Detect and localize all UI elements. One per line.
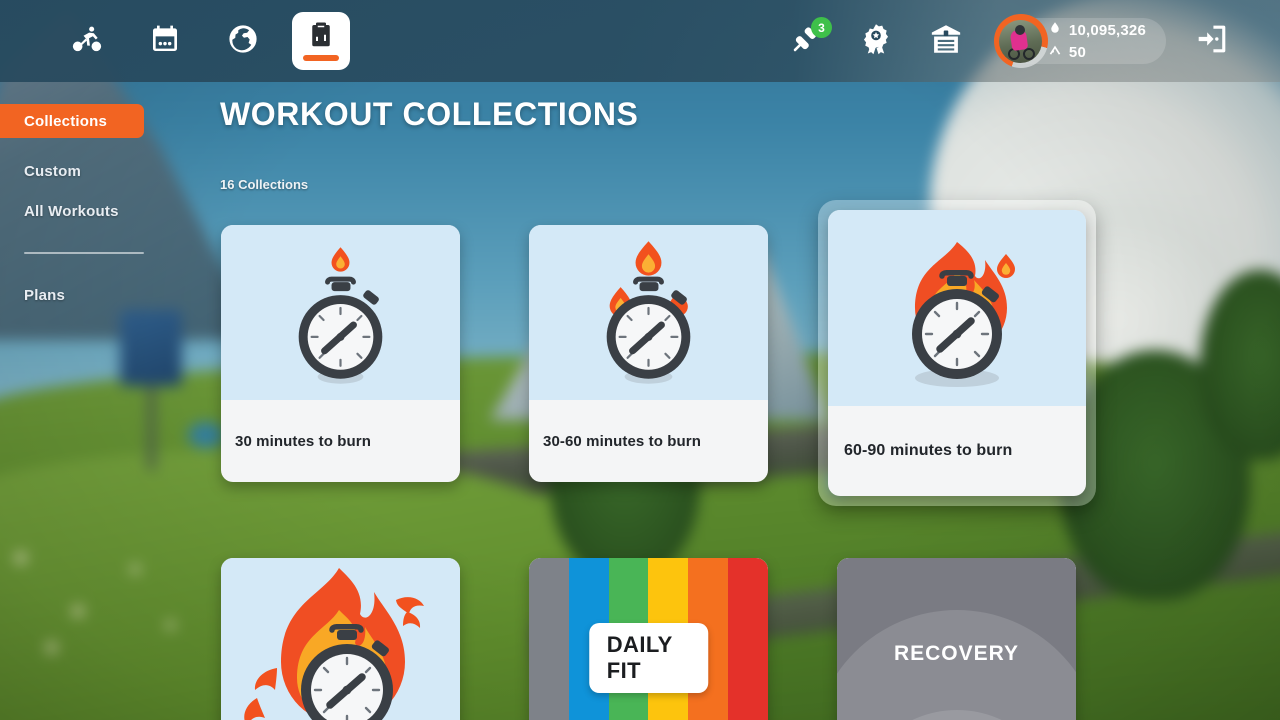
user-stats: 10,095,326 50 bbox=[1048, 20, 1146, 63]
nav-item-calendar[interactable] bbox=[136, 12, 194, 70]
nav-item-achievements[interactable] bbox=[852, 17, 900, 65]
top-navigation-bar: 3 10,095,326 50 bbox=[0, 0, 1280, 82]
sidebar-divider bbox=[24, 252, 144, 254]
card-title: 60-90 minutes to burn bbox=[844, 442, 1013, 459]
card-title: RECOVERY bbox=[893, 642, 1020, 665]
collection-count: 16 Collections bbox=[220, 177, 309, 192]
collection-card-slot: 30 minutes to burn bbox=[221, 225, 460, 482]
card-artwork bbox=[221, 558, 460, 720]
card-artwork bbox=[529, 225, 768, 400]
card-title: DAILY FIT bbox=[588, 623, 709, 693]
sidebar-item-custom[interactable]: Custom bbox=[0, 154, 200, 188]
notification-badge: 3 bbox=[810, 17, 832, 38]
collection-card-slot bbox=[221, 558, 460, 720]
collection-card-big-burn[interactable] bbox=[221, 558, 460, 720]
card-artwork: RECOVERY bbox=[837, 558, 1076, 720]
sidebar-item-label: Custom bbox=[24, 162, 82, 180]
nav-item-ride[interactable] bbox=[58, 12, 116, 70]
sidebar-item-label: All Workouts bbox=[24, 202, 119, 220]
collection-card-30-min[interactable]: 30 minutes to burn bbox=[221, 225, 460, 482]
collection-card-slot: 30-60 minutes to burn bbox=[529, 225, 768, 482]
calendar-icon bbox=[149, 23, 181, 60]
avatar[interactable] bbox=[993, 14, 1048, 68]
card-artwork: DAILY FIT bbox=[529, 558, 768, 720]
stopwatch-big-flames-icon bbox=[221, 558, 460, 720]
primary-nav-group bbox=[0, 12, 350, 70]
collection-card-recovery[interactable]: RECOVERY bbox=[837, 558, 1076, 720]
collection-card-slot-selected: 60-90 minutes to burn bbox=[818, 200, 1096, 506]
avatar-detail bbox=[1015, 24, 1026, 35]
nav-item-workouts[interactable] bbox=[292, 12, 350, 70]
collection-card-slot: RECOVERY bbox=[837, 558, 1076, 720]
page-title: Workout Collections bbox=[220, 96, 639, 132]
stopwatch-one-flame-icon bbox=[221, 225, 460, 400]
avatar-image bbox=[999, 19, 1043, 63]
collection-card-slot: DAILY FIT bbox=[529, 558, 768, 720]
water-drop-icon bbox=[1048, 20, 1062, 41]
cyclist-icon bbox=[71, 23, 103, 60]
collection-card-60-90-min[interactable]: 60-90 minutes to burn bbox=[828, 210, 1086, 496]
garage-icon bbox=[929, 22, 963, 61]
sidebar-item-collections[interactable]: Collections bbox=[0, 104, 144, 138]
user-stats-pill[interactable]: 10,095,326 50 bbox=[993, 14, 1166, 68]
stopwatch-three-flames-icon bbox=[529, 225, 768, 400]
sidebar-item-all-workouts[interactable]: All Workouts bbox=[0, 194, 200, 228]
award-badge-icon bbox=[859, 22, 893, 61]
level-value: 50 bbox=[1068, 43, 1087, 61]
main-content: Workout Collections 16 Collections bbox=[220, 96, 1280, 720]
recovery-artwork: RECOVERY bbox=[837, 558, 1076, 720]
app-root: 3 10,095,326 50 Collections Custom All W… bbox=[0, 0, 1280, 720]
card-title: 30 minutes to burn bbox=[235, 432, 371, 450]
stat-level: 50 bbox=[1048, 42, 1146, 63]
nav-item-world[interactable] bbox=[214, 12, 272, 70]
sidebar-item-label: Plans bbox=[24, 286, 66, 304]
collection-card-daily-fit[interactable]: DAILY FIT bbox=[529, 558, 768, 720]
drops-value: 10,095,326 bbox=[1068, 21, 1146, 39]
card-artwork bbox=[828, 210, 1086, 406]
nav-item-garage[interactable] bbox=[922, 17, 970, 65]
nav-active-indicator bbox=[303, 55, 339, 61]
collection-card-30-60-min[interactable]: 30-60 minutes to burn bbox=[529, 225, 768, 482]
nav-item-connections[interactable]: 3 bbox=[782, 17, 832, 65]
secondary-nav-group: 3 10,095,326 50 bbox=[782, 14, 1280, 68]
card-title: 30-60 minutes to burn bbox=[543, 432, 701, 450]
clipboard-chart-icon bbox=[306, 20, 336, 55]
level-chevron-icon bbox=[1048, 42, 1062, 63]
card-artwork bbox=[221, 225, 460, 400]
stat-drops: 10,095,326 bbox=[1048, 20, 1146, 41]
exit-button[interactable] bbox=[1188, 17, 1236, 65]
exit-door-icon bbox=[1195, 22, 1229, 61]
sidebar-item-label: Collections bbox=[24, 112, 108, 130]
avatar-detail bbox=[1023, 47, 1036, 60]
globe-icon bbox=[227, 23, 259, 60]
sidebar: Collections Custom All Workouts Plans bbox=[0, 104, 200, 316]
sidebar-item-plans[interactable]: Plans bbox=[0, 278, 200, 312]
stopwatch-fire-ring-icon bbox=[828, 210, 1086, 406]
